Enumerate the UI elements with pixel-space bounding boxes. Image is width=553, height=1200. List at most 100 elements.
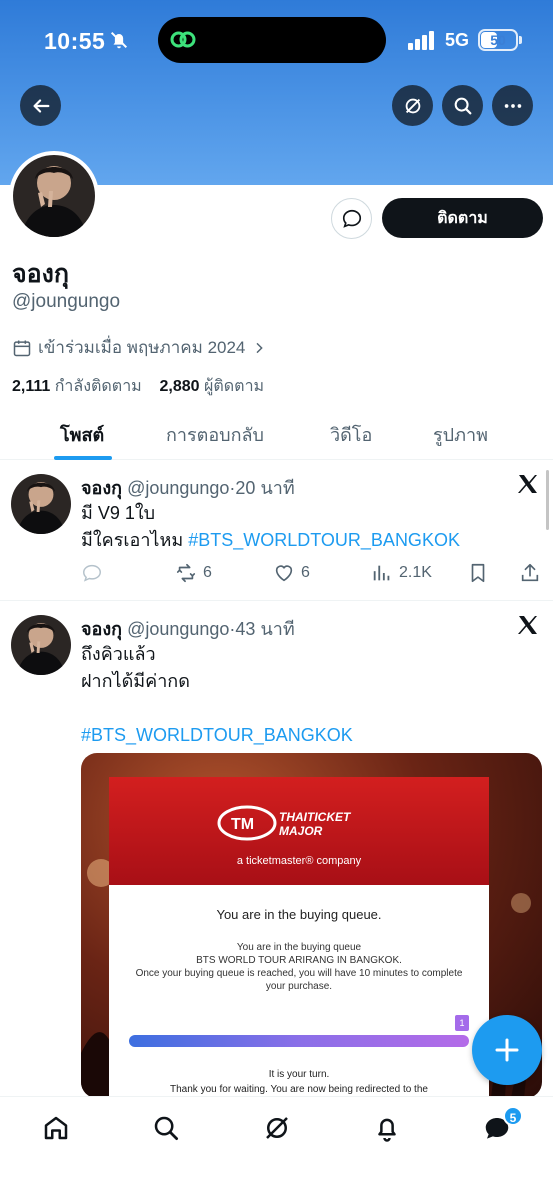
reply-icon [83,564,101,582]
queue-body-line-2: BTS WORLD TOUR ARIRANG IN BANGKOK. [196,955,402,966]
views-count: 2.1K [399,564,432,581]
grok-button[interactable] [392,85,433,126]
avatar-image [11,474,71,534]
post-author-handle[interactable]: @joungungo [127,478,229,498]
post-header: จองกุ @joungungo·20 นาที [81,473,295,502]
post-time: 43 นาที [235,619,295,639]
like-count: 6 [301,564,310,581]
post-header: จองกุ @joungungo·43 นาที [81,614,295,643]
battery-tip [519,36,522,44]
svg-text:THAITICKET: THAITICKET [279,810,352,824]
more-icon [504,103,521,108]
queue-progress-bar [129,1035,469,1047]
calendar-icon [13,340,31,356]
queue-turn-text: It is your turn. [268,1069,330,1080]
link-icon [170,31,196,48]
silent-bell-icon [110,31,128,49]
battery-level: 50 [490,32,506,48]
post-divider [0,600,553,601]
avatar-image [11,615,71,675]
more-button[interactable] [492,85,533,126]
battery-indicator: 50 [478,29,518,51]
post-body: ถึงคิวแล้ว ฝากได้มีค่ากด #BTS_WORLDTOUR_… [81,641,353,749]
queue-body: You are in the buying queue BTS WORLD TO… [129,941,469,993]
profile-display-name: จองกุ [12,260,70,288]
search-icon [454,97,471,114]
bookmark-icon [471,563,485,583]
queue-wait-text: Thank you for waiting. You are now being… [170,1084,428,1095]
post-avatar[interactable] [11,474,71,534]
share-button[interactable] [519,562,541,584]
post-line-1: ถึงคิวแล้ว [81,644,156,664]
tab-videos[interactable]: วิดีโอ [330,420,372,449]
followers-label: ผู้ติดตาม [204,378,265,395]
profile-page: 10:55 5G 50 ติดตาม จองกุ @joungungo เข้า… [0,0,553,1200]
bottom-navigation [0,1096,553,1200]
queue-title: You are in the buying queue. [216,907,382,922]
tab-photos[interactable]: รูปภาพ [433,420,488,449]
post-hashtag[interactable]: #BTS_WORLDTOUR_BANGKOK [188,530,460,550]
post-line-2: ฝากได้มีค่ากด [81,671,190,691]
bookmark-button[interactable] [467,562,489,584]
compose-plus-icon [495,1038,519,1062]
post-author-name[interactable]: จองกุ [81,619,122,639]
queue-card: TM THAITICKET MAJOR a ticketmaster® comp… [109,777,489,1098]
retweet-icon [176,563,196,583]
post-author-name[interactable]: จองกุ [81,478,122,498]
queue-progress-flag: 1 [455,1015,469,1031]
post-hashtag[interactable]: #BTS_WORLDTOUR_BANGKOK [81,722,353,749]
follow-stats: 2,111 กำลังติดตาม 2,880 ผู้ติดตาม [12,374,264,399]
x-logo-icon [518,616,537,634]
post-avatar[interactable] [11,615,71,675]
grok-icon [405,98,420,113]
joined-text: เข้าร่วมเมื่อ พฤษภาคม 2024 [38,338,246,357]
svg-text:TM: TM [231,816,254,833]
messages-badge: 5 [503,1106,523,1126]
profile-handle: @joungungo [12,291,121,312]
views-button[interactable]: 2.1K [371,562,432,584]
views-icon [373,565,390,581]
reply-button[interactable] [81,562,103,584]
queue-body-line-3: Once your buying queue is reached, you w… [135,968,463,992]
profile-tabs: โพสต์ การตอบกลับ วิดีโอ รูปภาพ [0,410,553,460]
post-body: มี V9 1ใบ มีใครเอาไหม #BTS_WORLDTOUR_BAN… [81,500,460,554]
post-line-2: มีใครเอาไหม #BTS_WORLDTOUR_BANGKOK [81,527,460,554]
post-time: 20 นาที [235,478,295,498]
profile-avatar[interactable] [9,151,99,241]
follow-button[interactable]: ติดตาม [382,198,543,238]
following-link[interactable]: 2,111 กำลังติดตาม [12,378,142,395]
back-button[interactable] [20,85,61,126]
message-icon [342,209,361,228]
tab-indicator [54,456,112,460]
status-time: 10:55 [44,28,106,54]
notifications-icon[interactable] [372,1113,402,1143]
nav-grok-icon[interactable] [262,1113,292,1143]
home-icon[interactable] [41,1113,71,1143]
post-line-1: มี V9 1ใบ [81,503,156,523]
signal-icon [408,31,434,50]
nav-search-icon[interactable] [151,1113,181,1143]
thaiticket-major-logo: TM THAITICKET MAJOR [217,805,352,841]
queue-body-line-1: You are in the buying queue [236,942,362,953]
network-type: 5G [445,30,470,50]
followers-count: 2,880 [159,378,200,395]
followers-link[interactable]: 2,880 ผู้ติดตาม [160,378,265,395]
dynamic-island [158,17,386,63]
status-bar: 10:55 5G 50 [0,0,553,80]
joined-date[interactable]: เข้าร่วมเมื่อ พฤษภาคม 2024 [12,334,267,361]
retweet-button[interactable]: 6 [175,562,212,584]
x-logo-icon [518,475,537,493]
post-author-handle[interactable]: @joungungo [127,619,229,639]
message-button[interactable] [331,198,372,239]
like-icon [275,565,293,582]
ticketmaster-tagline: a ticketmaster® company [236,855,362,867]
scrollbar[interactable] [546,470,549,530]
post-actions: 6 6 2.1K [81,562,541,586]
tab-posts[interactable]: โพสต์ [60,420,104,449]
tab-replies[interactable]: การตอบกลับ [166,420,264,449]
search-button[interactable] [442,85,483,126]
like-button[interactable]: 6 [273,562,310,584]
following-label: กำลังติดตาม [54,378,142,395]
compose-button[interactable] [472,1015,542,1085]
